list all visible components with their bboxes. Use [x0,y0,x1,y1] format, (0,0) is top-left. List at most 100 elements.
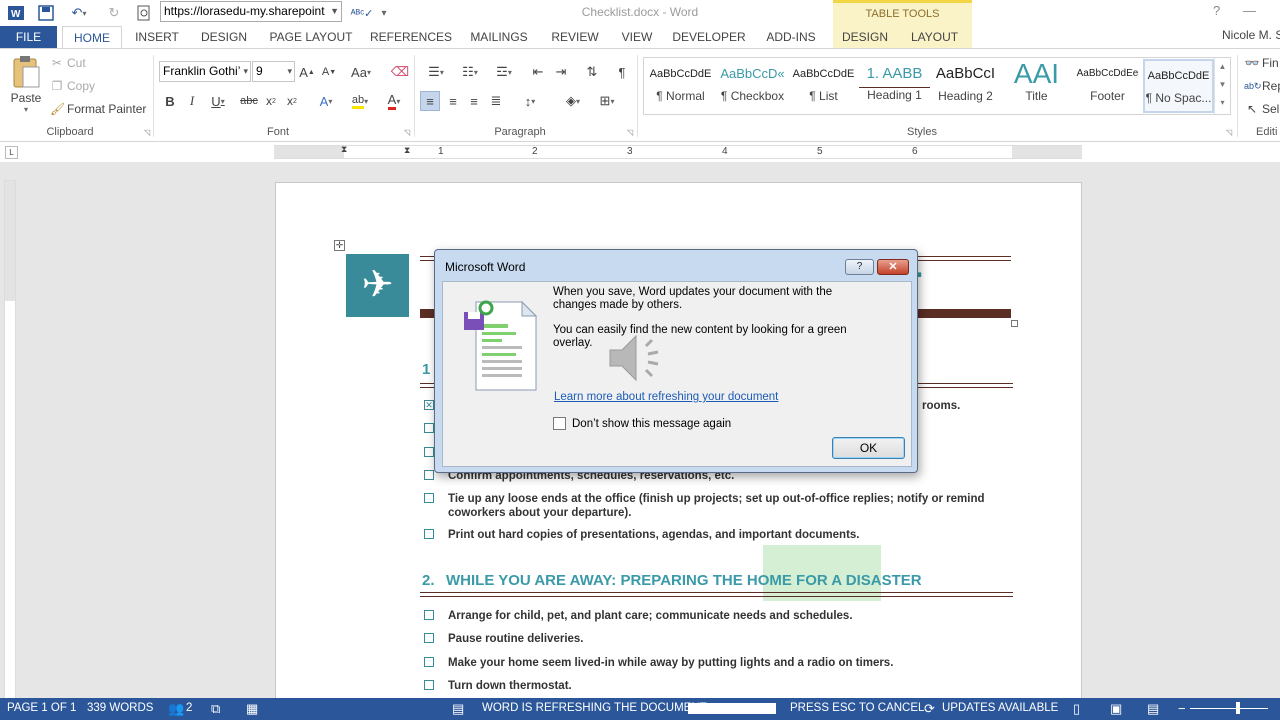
table-move-handle-icon[interactable]: ✛ [334,240,345,251]
author-count[interactable]: 2 [186,702,192,714]
bullets-icon[interactable]: ☰ ▾ [421,62,451,82]
styles-gallery[interactable]: AaBbCcDdE ¶ Normal AaBbCcD« ¶ Checkbox A… [643,57,1231,115]
checkbox-icon[interactable] [424,657,434,667]
checkbox-icon[interactable] [424,610,434,620]
subscript-icon[interactable]: x2 [263,91,279,111]
print-preview-icon[interactable] [134,3,154,23]
dialog-launcher-icon[interactable]: ◹ [627,128,633,137]
copy-button[interactable]: ❐ Copy [50,79,95,93]
change-case-icon[interactable]: Aa ▾ [346,62,376,82]
tab-view[interactable]: VIEW [614,26,660,48]
tab-home[interactable]: HOME [62,26,122,48]
style-heading-1[interactable]: 1. AABB Heading 1 [859,59,930,113]
tab-selector[interactable]: L [5,146,18,159]
checkbox-icon[interactable] [424,633,434,643]
grow-font-icon[interactable]: A ▲ [298,62,316,82]
style-list[interactable]: AaBbCcDdE ¶ List [788,59,859,113]
shrink-font-icon[interactable]: A ▼ [320,62,338,82]
dont-show-checkbox[interactable] [553,417,566,430]
resize-handle[interactable] [1011,320,1018,327]
indent-marker-icon[interactable]: ⧗ [341,144,347,155]
dialog-close-button[interactable]: ✕ [877,259,909,275]
tab-table-layout[interactable]: LAYOUT [897,26,972,48]
help-icon[interactable]: ? [1213,3,1220,18]
numbering-icon[interactable]: ☷ ▾ [455,62,485,82]
spelling-check-icon[interactable]: ᴬᴮᶜ✓ [350,3,374,23]
horizontal-ruler[interactable]: 1 2 3 4 5 6 ⧗ ⧗ [274,144,1082,159]
dialog-help-button[interactable]: ? [845,259,874,275]
tab-review[interactable]: REVIEW [546,26,604,48]
url-input[interactable]: https://lorasedu-my.sharepoint ▼ [160,1,342,22]
chevron-down-icon[interactable]: ▾ [243,62,248,81]
tab-add-ins[interactable]: ADD-INS [758,26,824,48]
vertical-ruler[interactable] [4,180,16,698]
find-button[interactable]: 👓 Fin [1244,56,1279,70]
style-title[interactable]: AAI Title [1001,59,1072,113]
select-button[interactable]: ↖ Sel [1244,102,1279,116]
font-name-input[interactable]: Franklin Gothi’ ▾ [159,61,251,82]
clear-formatting-icon[interactable]: ⌫ [390,62,410,82]
paste-button[interactable]: Paste ▾ [8,55,44,133]
read-mode-icon[interactable]: ▯ [1073,701,1080,717]
zoom-out-icon[interactable]: − [1178,701,1186,716]
learn-more-link[interactable]: Learn more about refreshing your documen… [554,391,778,403]
replace-button[interactable]: ab↻ Rep [1244,79,1280,93]
font-color-icon[interactable]: A ▾ [380,91,408,111]
tab-design[interactable]: DESIGN [196,26,252,48]
show-formatting-icon[interactable]: ¶ [612,62,632,82]
tab-table-design[interactable]: DESIGN [833,26,897,48]
word-count[interactable]: 339 WORDS [87,702,153,714]
checked-box-icon[interactable]: ✕ [424,400,434,410]
style-checkbox[interactable]: AaBbCcD« ¶ Checkbox [717,59,788,113]
redo-icon[interactable]: ↻ [104,3,124,23]
print-layout-icon[interactable]: ▣ [1110,701,1122,717]
chevron-down-icon[interactable]: ▾ [287,62,292,81]
highlight-icon[interactable]: ab ▾ [345,91,375,111]
checkbox-icon[interactable] [424,470,434,480]
tab-file[interactable]: FILE [0,26,57,48]
page-count[interactable]: PAGE 1 OF 1 [7,702,76,714]
proofing-icon[interactable]: ⧉ [211,701,220,717]
underline-icon[interactable]: U ▾ [206,91,230,111]
line-spacing-icon[interactable]: ↕ ▾ [515,91,545,111]
zoom-thumb[interactable] [1236,702,1240,714]
shading-icon[interactable]: ◈ ▾ [558,91,588,111]
indent-marker-icon[interactable]: ⧗ [404,145,410,156]
dialog-launcher-icon[interactable]: ◹ [1226,128,1232,137]
tab-insert[interactable]: INSERT [128,26,186,48]
align-left-icon[interactable]: ≡ [420,91,440,111]
tab-mailings[interactable]: MAILINGS [464,26,534,48]
chevron-down-icon[interactable]: ▼ [330,2,339,21]
checkbox-icon[interactable] [424,680,434,690]
align-right-icon[interactable]: ≡ [464,91,484,111]
dialog-launcher-icon[interactable]: ◹ [404,128,410,137]
decrease-indent-icon[interactable]: ⇤ [528,62,548,82]
checkbox-icon[interactable] [424,447,434,457]
dialog-launcher-icon[interactable]: ◹ [144,128,150,137]
multilevel-list-icon[interactable]: ☲ ▾ [489,62,519,82]
style-normal[interactable]: AaBbCcDdE ¶ Normal [645,59,716,113]
strikethrough-icon[interactable]: abc [238,91,260,111]
bold-icon[interactable]: B [162,91,178,111]
text-effects-icon[interactable]: A ▾ [313,91,339,111]
web-layout-icon[interactable]: ▤ [1147,701,1159,717]
style-heading-2[interactable]: AaBbCcI Heading 2 [930,59,1001,113]
ok-button[interactable]: OK [832,437,905,459]
checkbox-icon[interactable] [424,423,434,433]
tab-page-layout[interactable]: PAGE LAYOUT [262,26,360,48]
style-no-spacing[interactable]: AaBbCcDdE ¶ No Spac... [1143,59,1214,113]
checkbox-icon[interactable] [424,529,434,539]
chevron-down-icon[interactable]: ▼ [1215,76,1230,94]
updates-available[interactable]: UPDATES AVAILABLE [942,702,1058,714]
align-center-icon[interactable]: ≡ [443,91,463,111]
user-name[interactable]: Nicole M. S [1222,28,1280,42]
minimize-icon[interactable]: — [1243,3,1256,18]
gallery-scrollbar[interactable]: ▲ ▼ ▾ [1214,58,1230,114]
increase-indent-icon[interactable]: ⇥ [551,62,571,82]
sort-icon[interactable]: ⇅ [582,62,602,82]
undo-icon[interactable]: ↶ ▾ [64,3,94,23]
format-painter-button[interactable]: 🖌 Format Painter [50,102,146,116]
tab-developer[interactable]: DEVELOPER [668,26,750,48]
font-size-input[interactable]: 9 ▾ [252,61,295,82]
macro-icon[interactable]: ▦ [246,701,258,717]
